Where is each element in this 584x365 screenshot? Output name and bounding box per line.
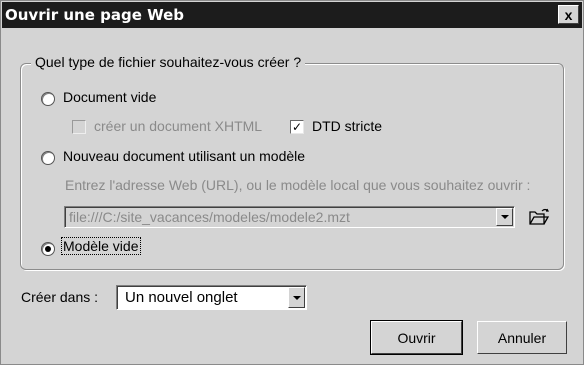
url-value: file:///C:/site_vacances/modeles/modele2…	[69, 209, 350, 225]
annuler-button[interactable]: Annuler	[477, 321, 567, 354]
url-dropdown-button[interactable]	[496, 208, 513, 226]
creer-dans-label: Créer dans :	[21, 289, 99, 305]
radio-document-vide[interactable]	[41, 92, 55, 106]
creer-dans-dropdown-button[interactable]	[288, 287, 305, 308]
radio-modele-vide[interactable]	[41, 242, 55, 256]
ouvrir-button-label: Ouvrir	[397, 329, 436, 346]
url-combobox[interactable]: file:///C:/site_vacances/modeles/modele2…	[64, 206, 515, 228]
ouvrir-button[interactable]: Ouvrir	[370, 320, 463, 355]
group-legend: Quel type de fichier souhaitez-vous crée…	[31, 54, 306, 70]
checkbox-creer-xhtml[interactable]	[72, 120, 86, 134]
chevron-down-icon	[500, 215, 509, 219]
chevron-down-icon	[292, 295, 301, 300]
checkbox-dtd-stricte[interactable]: ✓	[290, 120, 304, 134]
creer-dans-combobox[interactable]: Un nouvel onglet	[116, 285, 307, 310]
creer-dans-value: Un nouvel onglet	[125, 289, 238, 306]
dialog-title: Ouvrir une page Web	[5, 6, 185, 24]
checkbox-dtd-stricte-label[interactable]: DTD stricte	[312, 118, 382, 134]
check-mark-icon: ✓	[291, 120, 303, 134]
title-bar: Ouvrir une page Web x	[2, 2, 582, 28]
close-button[interactable]: x	[558, 5, 579, 24]
radio-modele-vide-label[interactable]: Modèle vide	[61, 237, 141, 255]
url-hint-label: Entrez l'adresse Web (URL), ou le modèle…	[65, 177, 531, 193]
close-icon: x	[564, 6, 573, 23]
radio-nouveau-modele-label[interactable]: Nouveau document utilisant un modèle	[63, 148, 305, 164]
folder-open-icon[interactable]	[528, 207, 550, 227]
annuler-button-label: Annuler	[497, 329, 547, 346]
dialog-window: Ouvrir une page Web x Quel type de fichi…	[0, 0, 584, 365]
radio-nouveau-modele[interactable]	[41, 151, 55, 165]
checkbox-creer-xhtml-label: créer un document XHTML	[94, 118, 263, 134]
radio-document-vide-label[interactable]: Document vide	[63, 89, 156, 105]
